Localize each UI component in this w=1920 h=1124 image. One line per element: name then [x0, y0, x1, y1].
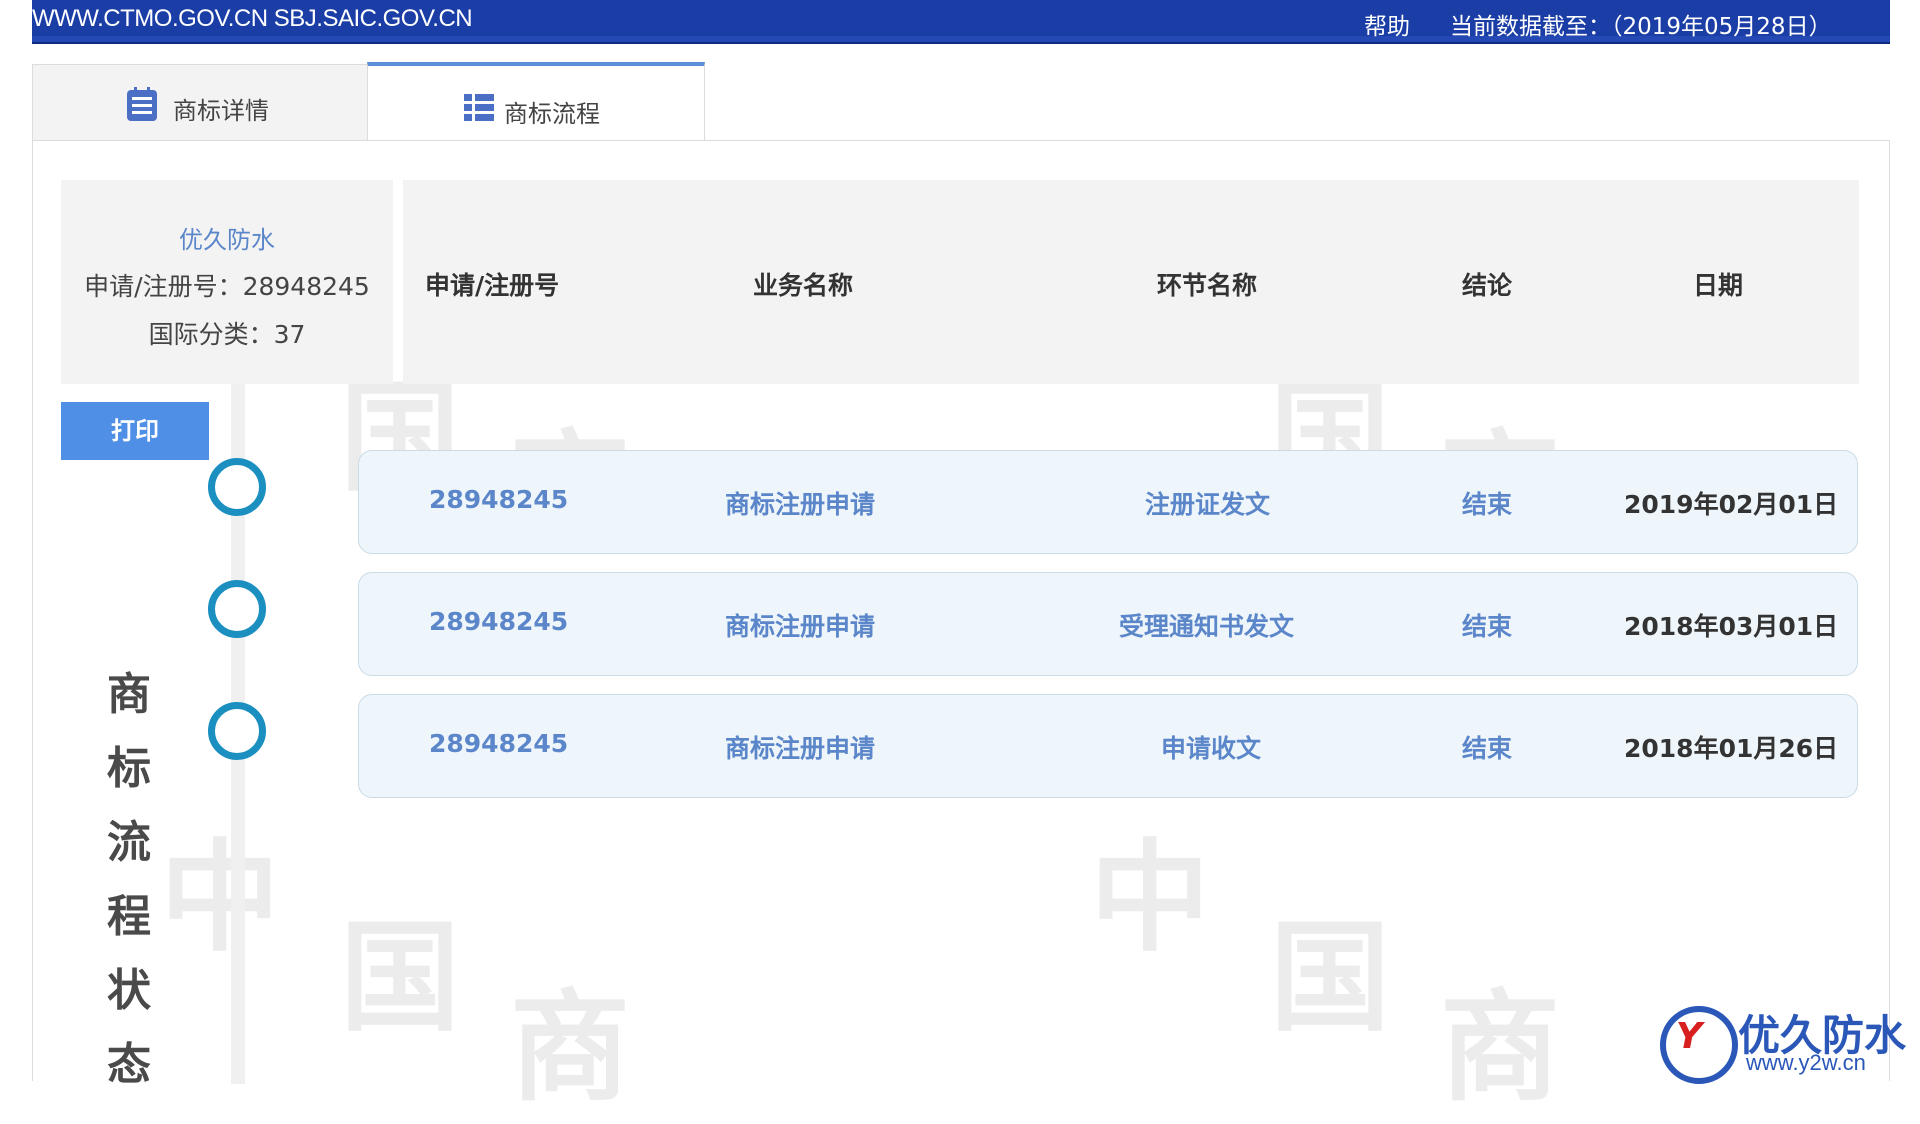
cell-business[interactable]: 商标注册申请: [725, 729, 875, 765]
cell-business[interactable]: 商标注册申请: [725, 607, 875, 643]
cell-date: 2018年01月26日: [1624, 734, 1839, 763]
watermark-char: 中: [1090, 829, 1210, 968]
table-header: 申请/注册号 业务名称 环节名称 结论 日期: [403, 180, 1859, 384]
site-urls[interactable]: WWW.CTMO.GOV.CN SBJ.SAIC.GOV.CN: [32, 5, 473, 33]
timeline-node: [208, 702, 266, 760]
table-row[interactable]: 28948245 商标注册申请 申请收文 结束 2018年01月26日: [358, 694, 1858, 798]
side-title-char: 流: [107, 817, 151, 868]
tab-label: 商标详情: [173, 97, 269, 125]
trademark-info-box: 优久防水 申请/注册号：28948245 国际分类：37: [61, 180, 393, 384]
table-row[interactable]: 28948245 商标注册申请 注册证发文 结束 2019年02月01日: [358, 450, 1858, 554]
watermark-char: 国: [340, 909, 460, 1048]
logo-mark-letter: Y: [1676, 1016, 1703, 1057]
side-title-char: 商: [107, 669, 151, 720]
cell-reg-no[interactable]: 28948245: [429, 485, 568, 514]
cell-date: 2019年02月01日: [1624, 490, 1839, 519]
list-icon: [464, 92, 494, 126]
brand-logo: Y 优久防水 www.y2w.cn: [1660, 1000, 1920, 1084]
watermark-char: 商: [510, 979, 630, 1118]
cell-business[interactable]: 商标注册申请: [725, 485, 875, 521]
cell-result[interactable]: 结束: [1462, 729, 1512, 765]
tab-label: 商标流程: [504, 100, 600, 128]
cell-result[interactable]: 结束: [1462, 485, 1512, 521]
print-button[interactable]: 打印: [61, 402, 209, 460]
cell-date: 2018年03月01日: [1624, 612, 1839, 641]
cell-reg-no[interactable]: 28948245: [429, 729, 568, 758]
cell-result[interactable]: 结束: [1462, 607, 1512, 643]
watermark-char: 商: [1440, 979, 1560, 1118]
trademark-name[interactable]: 优久防水: [61, 220, 393, 255]
data-date-text: 当前数据截至：（2019年05月28日）: [1450, 14, 1832, 40]
table-row[interactable]: 28948245 商标注册申请 受理通知书发文 结束 2018年03月01日: [358, 572, 1858, 676]
help-link[interactable]: 帮助: [1364, 7, 1410, 41]
col-business: 业务名称: [753, 271, 854, 300]
intl-class: 国际分类：37: [148, 320, 306, 349]
side-title-char: 态: [107, 1039, 151, 1090]
cell-step[interactable]: 受理通知书发文: [1119, 607, 1294, 643]
cell-step[interactable]: 申请收文: [1161, 729, 1261, 765]
side-title-char: 程: [107, 891, 151, 942]
timeline-node: [208, 458, 266, 516]
list-doc-icon: [124, 87, 160, 127]
side-title-char: 状: [107, 965, 151, 1016]
side-title: 商 标 流 程 状 态: [104, 658, 154, 1102]
timeline-node: [208, 580, 266, 638]
watermark-char: 中: [160, 829, 280, 968]
logo-mark-icon: Y: [1660, 1006, 1738, 1084]
col-reg-no: 申请/注册号: [425, 271, 560, 300]
reg-number: 申请/注册号：28948245: [84, 272, 370, 301]
tab-trademark-process[interactable]: 商标流程: [367, 62, 705, 144]
tab-trademark-details[interactable]: 商标详情: [32, 64, 368, 142]
top-banner: WWW.CTMO.GOV.CN SBJ.SAIC.GOV.CN 帮助 当前数据截…: [32, 0, 1890, 44]
col-date: 日期: [1693, 271, 1744, 300]
col-step: 环节名称: [1157, 271, 1258, 300]
logo-url: www.y2w.cn: [1746, 1050, 1866, 1075]
col-result: 结论: [1462, 271, 1513, 300]
watermark-char: 国: [1270, 909, 1390, 1048]
cell-step[interactable]: 注册证发文: [1145, 485, 1270, 521]
side-title-char: 标: [107, 743, 151, 794]
cell-reg-no[interactable]: 28948245: [429, 607, 568, 636]
